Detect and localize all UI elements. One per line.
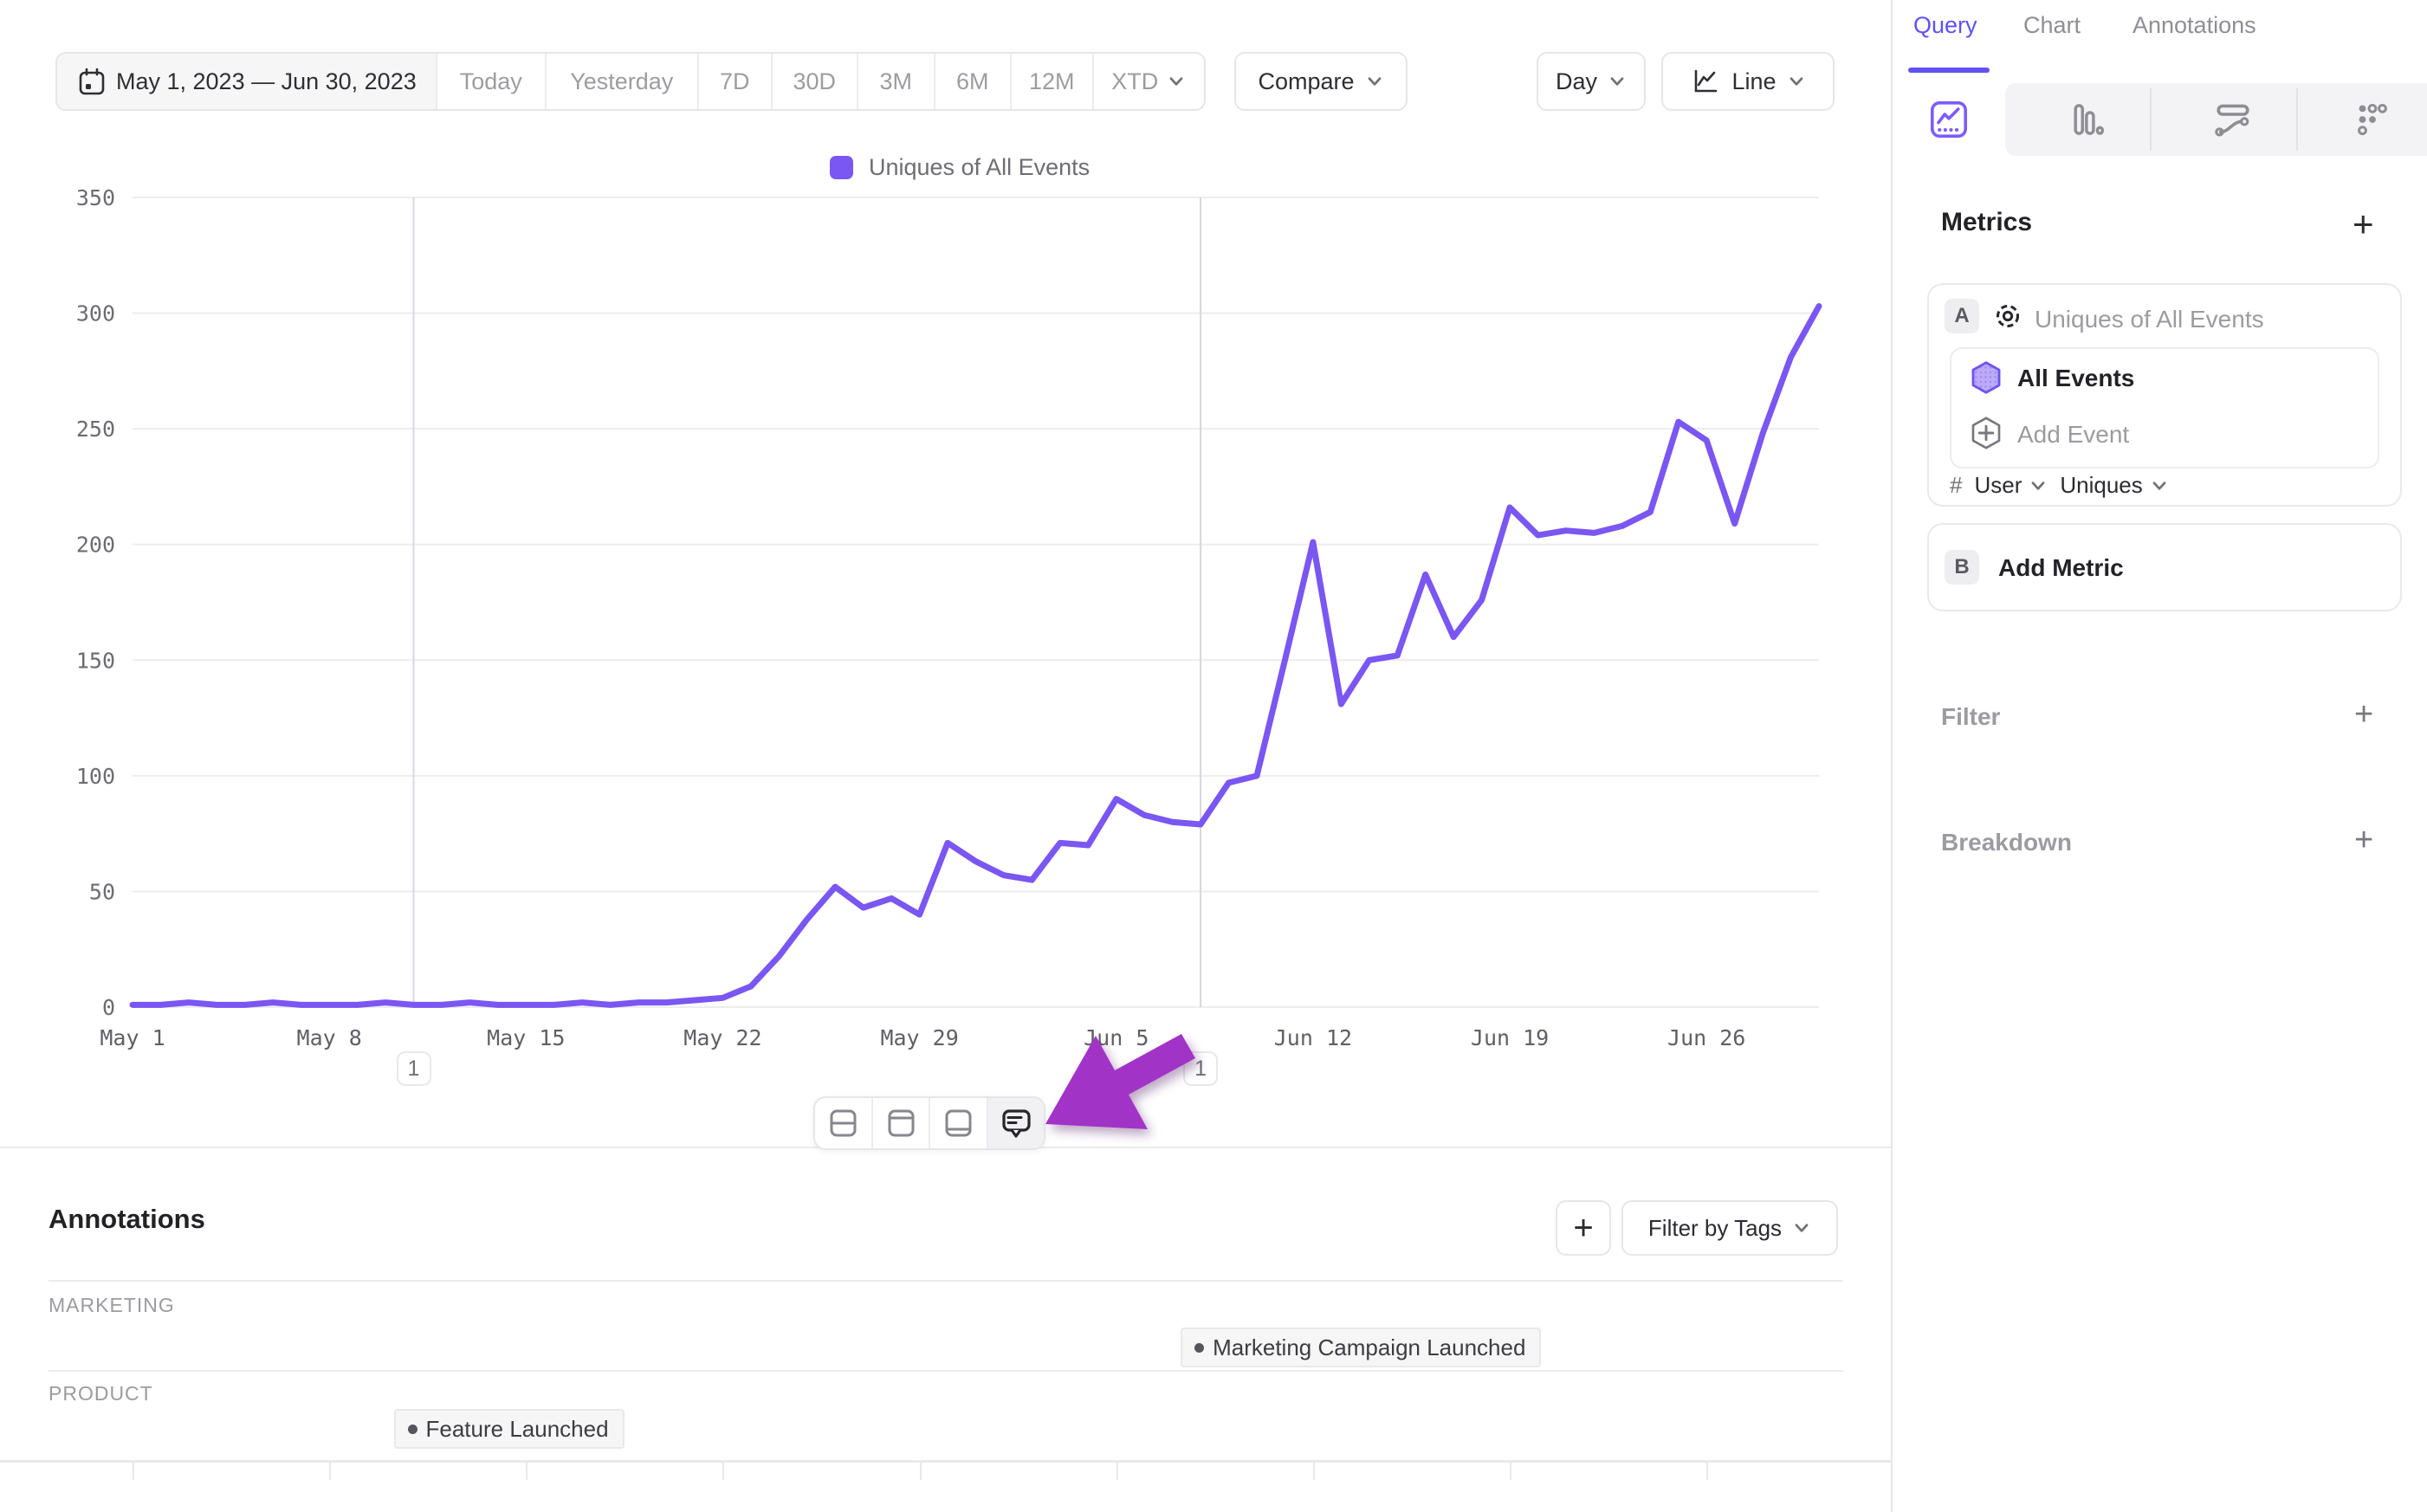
svg-text:May 15: May 15 xyxy=(487,1025,565,1050)
timeline-tick xyxy=(1510,1463,1511,1480)
query-sidebar: Query Chart Annotations xyxy=(1891,0,2427,1512)
metric-unit-row: # User Uniques xyxy=(1950,472,2169,499)
timeline-tick xyxy=(526,1463,527,1480)
add-annotation-button[interactable]: + xyxy=(1556,1200,1611,1256)
line-chart[interactable]: 0 50 100 150 200 250 300 350 May 1 May 8 May 15 May… xyxy=(0,0,1891,1074)
timeline-tick xyxy=(1313,1463,1315,1480)
annotation-chip-label: Feature Launched xyxy=(426,1416,609,1443)
annotation-dot-icon xyxy=(1194,1343,1204,1353)
timeline-tick xyxy=(920,1463,922,1480)
timeline-tick xyxy=(722,1463,724,1480)
add-filter-button[interactable]: + xyxy=(2354,698,2373,731)
svg-text:May 22: May 22 xyxy=(683,1025,761,1050)
top-panel-icon[interactable] xyxy=(871,1098,929,1148)
timeline-tick xyxy=(1116,1463,1118,1480)
annotation-category-marketing: MARKETING xyxy=(49,1294,175,1317)
add-metric-button[interactable]: Add Metric xyxy=(1998,554,2124,582)
svg-text:350: 350 xyxy=(76,185,115,210)
annotation-category-product: PRODUCT xyxy=(49,1382,153,1405)
event-all-events[interactable]: All Events xyxy=(2017,365,2134,392)
metric-b-card[interactable]: B Add Metric xyxy=(1927,523,2402,611)
metric-a-badge: A xyxy=(1945,299,1979,333)
chevron-down-icon xyxy=(2150,476,2169,495)
filter-section-label: Filter xyxy=(1941,703,2000,731)
filter-by-tags-label: Filter by Tags xyxy=(1648,1215,1782,1242)
metric-a-card[interactable]: A Uniques of All Events All Events xyxy=(1927,283,2402,507)
svg-text:May 1: May 1 xyxy=(100,1025,165,1050)
chevron-down-icon xyxy=(2029,476,2048,495)
metrics-title: Metrics xyxy=(1941,208,2032,237)
charttype-grid-icon[interactable] xyxy=(2316,83,2427,156)
charttype-insights-icon[interactable] xyxy=(1893,83,2005,156)
svg-text:Jun 12: Jun 12 xyxy=(1274,1025,1352,1050)
charttype-bar-icon[interactable] xyxy=(2024,83,2150,156)
row-divider xyxy=(49,1280,1843,1282)
svg-text:May 8: May 8 xyxy=(297,1025,362,1050)
plus-icon: + xyxy=(1573,1209,1593,1248)
row-divider xyxy=(49,1370,1843,1372)
annotation-chip-marketing[interactable]: Marketing Campaign Launched xyxy=(1181,1328,1541,1367)
pointer-arrow xyxy=(996,987,1256,1160)
svg-text:100: 100 xyxy=(76,764,115,789)
annotations-title: Annotations xyxy=(49,1204,205,1235)
split-horizontal-icon[interactable] xyxy=(815,1098,871,1148)
tab-chart[interactable]: Chart xyxy=(2023,12,2081,39)
add-breakdown-button[interactable]: + xyxy=(2354,824,2373,856)
chevron-down-icon xyxy=(1792,1218,1811,1237)
add-metric-plus-button[interactable]: + xyxy=(2353,206,2374,242)
annotation-chip-product[interactable]: Feature Launched xyxy=(394,1409,625,1449)
timeline-tick xyxy=(329,1463,331,1480)
metric-a-name[interactable]: Uniques of All Events xyxy=(2035,306,2264,333)
timeline-tick xyxy=(133,1463,134,1480)
tab-query[interactable]: Query xyxy=(1913,12,1977,39)
svg-text:50: 50 xyxy=(89,879,115,904)
gear-icon[interactable] xyxy=(1990,298,2026,334)
chart-type-tabs xyxy=(1893,83,2427,156)
svg-text:200: 200 xyxy=(76,533,115,558)
svg-text:Jun 19: Jun 19 xyxy=(1471,1025,1549,1050)
unit-type-label: User xyxy=(1974,472,2022,499)
aggregation-dropdown[interactable]: Uniques xyxy=(2060,472,2168,499)
insights-report-page: May 1, 2023 — Jun 30, 2023TodayYesterday… xyxy=(0,0,2427,1512)
aggregation-label: Uniques xyxy=(2060,472,2142,499)
active-tab-underline xyxy=(1908,68,1990,73)
events-card: All Events Add Event xyxy=(1950,347,2379,468)
breakdown-section-label: Breakdown xyxy=(1941,829,2072,856)
number-format-icon[interactable]: # xyxy=(1950,472,1962,499)
svg-text:300: 300 xyxy=(76,301,115,326)
add-event-button[interactable]: Add Event xyxy=(2017,421,2129,449)
svg-text:0: 0 xyxy=(102,995,115,1020)
annotations-timeline xyxy=(0,1460,1891,1463)
unit-type-dropdown[interactable]: User xyxy=(1974,472,2048,499)
svg-text:250: 250 xyxy=(76,417,115,442)
svg-text:Jun 26: Jun 26 xyxy=(1667,1025,1745,1050)
charttype-flow-icon[interactable] xyxy=(2170,83,2295,156)
tab-annotations[interactable]: Annotations xyxy=(2133,12,2256,39)
annotation-chip-label: Marketing Campaign Launched xyxy=(1213,1334,1525,1361)
annotation-dot-icon xyxy=(408,1425,417,1434)
filter-by-tags-button[interactable]: Filter by Tags xyxy=(1621,1200,1838,1256)
metric-b-badge: B xyxy=(1945,550,1979,585)
timeline-tick xyxy=(1706,1463,1708,1480)
event-hexagon-icon xyxy=(1969,360,2003,395)
svg-text:150: 150 xyxy=(76,648,115,673)
annotation-count-badge[interactable]: 1 xyxy=(397,1051,431,1086)
svg-text:May 29: May 29 xyxy=(880,1025,958,1050)
add-event-hexagon-icon xyxy=(1969,416,2003,450)
bottom-panel-icon[interactable] xyxy=(929,1098,987,1148)
